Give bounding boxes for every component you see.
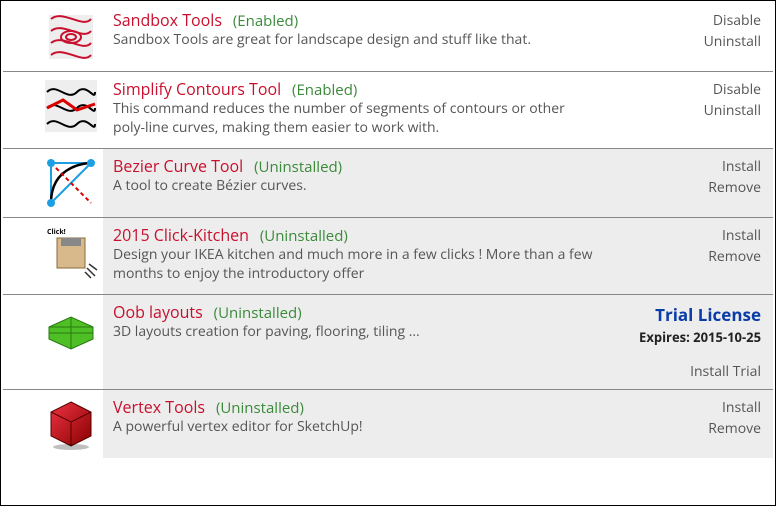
uninstall-link[interactable]: Uninstall bbox=[631, 32, 761, 51]
extension-name[interactable]: Sandbox Tools bbox=[113, 9, 222, 31]
install-link[interactable]: Install bbox=[631, 226, 761, 245]
extension-desc: Design your IKEA kitchen and much more i… bbox=[113, 246, 593, 284]
extension-row: Vertex Tools (Uninstalled) A powerful ve… bbox=[3, 390, 773, 458]
extension-name[interactable]: Vertex Tools bbox=[113, 396, 205, 418]
trial-license-label: Trial License bbox=[631, 303, 761, 326]
extension-name[interactable]: Simplify Contours Tool bbox=[113, 78, 281, 100]
extension-name[interactable]: 2015 Click-Kitchen bbox=[113, 224, 249, 246]
bezier-icon bbox=[39, 155, 103, 211]
extension-list: Sandbox Tools (Enabled) Sandbox Tools ar… bbox=[3, 3, 773, 458]
remove-link[interactable]: Remove bbox=[631, 247, 761, 266]
extension-row: Click! 2015 Click-Kitchen (Uninstalled) … bbox=[3, 218, 773, 295]
extension-actions: Disable Uninstall bbox=[631, 78, 761, 122]
extension-row: Sandbox Tools (Enabled) Sandbox Tools ar… bbox=[3, 3, 773, 72]
extension-name[interactable]: Bezier Curve Tool bbox=[113, 155, 243, 177]
extension-actions: Disable Uninstall bbox=[631, 9, 761, 53]
extension-actions: Install Remove bbox=[631, 224, 761, 268]
install-trial-link[interactable]: Install Trial bbox=[631, 362, 761, 381]
remove-link[interactable]: Remove bbox=[631, 419, 761, 438]
click-kitchen-icon: Click! bbox=[39, 224, 103, 280]
extension-status: (Uninstalled) bbox=[260, 226, 348, 246]
extension-status: (Uninstalled) bbox=[254, 157, 342, 177]
extension-desc: A powerful vertex editor for SketchUp! bbox=[113, 418, 593, 437]
extension-actions: Install Remove bbox=[631, 396, 761, 440]
svg-text:Click!: Click! bbox=[47, 228, 66, 237]
extension-name[interactable]: Oob layouts bbox=[113, 301, 203, 323]
extension-desc: This command reduces the number of segme… bbox=[113, 100, 593, 138]
install-link[interactable]: Install bbox=[631, 398, 761, 417]
oob-layouts-icon bbox=[39, 301, 103, 357]
vertex-tools-icon bbox=[39, 396, 103, 452]
extension-status: (Enabled) bbox=[233, 11, 298, 31]
disable-link[interactable]: Disable bbox=[631, 11, 761, 30]
extension-row: Bezier Curve Tool (Uninstalled) A tool t… bbox=[3, 149, 773, 218]
simplify-contours-icon bbox=[39, 78, 103, 134]
uninstall-link[interactable]: Uninstall bbox=[631, 101, 761, 120]
extension-row: Simplify Contours Tool (Enabled) This co… bbox=[3, 72, 773, 149]
extension-desc: Sandbox Tools are great for landscape de… bbox=[113, 31, 593, 50]
extension-desc: 3D layouts creation for paving, flooring… bbox=[113, 323, 593, 342]
trial-expires: Expires: 2015-10-25 bbox=[631, 328, 761, 346]
extension-row: Oob layouts (Uninstalled) 3D layouts cre… bbox=[3, 295, 773, 390]
extension-desc: A tool to create Bézier curves. bbox=[113, 177, 593, 196]
extension-actions: Install Remove bbox=[631, 155, 761, 199]
extension-status: (Uninstalled) bbox=[216, 398, 304, 418]
extension-status: (Enabled) bbox=[292, 80, 357, 100]
install-link[interactable]: Install bbox=[631, 157, 761, 176]
remove-link[interactable]: Remove bbox=[631, 178, 761, 197]
extension-status: (Uninstalled) bbox=[214, 303, 302, 323]
extension-actions: Trial License Expires: 2015-10-25 Instal… bbox=[631, 301, 761, 383]
sandbox-icon bbox=[39, 9, 103, 65]
disable-link[interactable]: Disable bbox=[631, 80, 761, 99]
